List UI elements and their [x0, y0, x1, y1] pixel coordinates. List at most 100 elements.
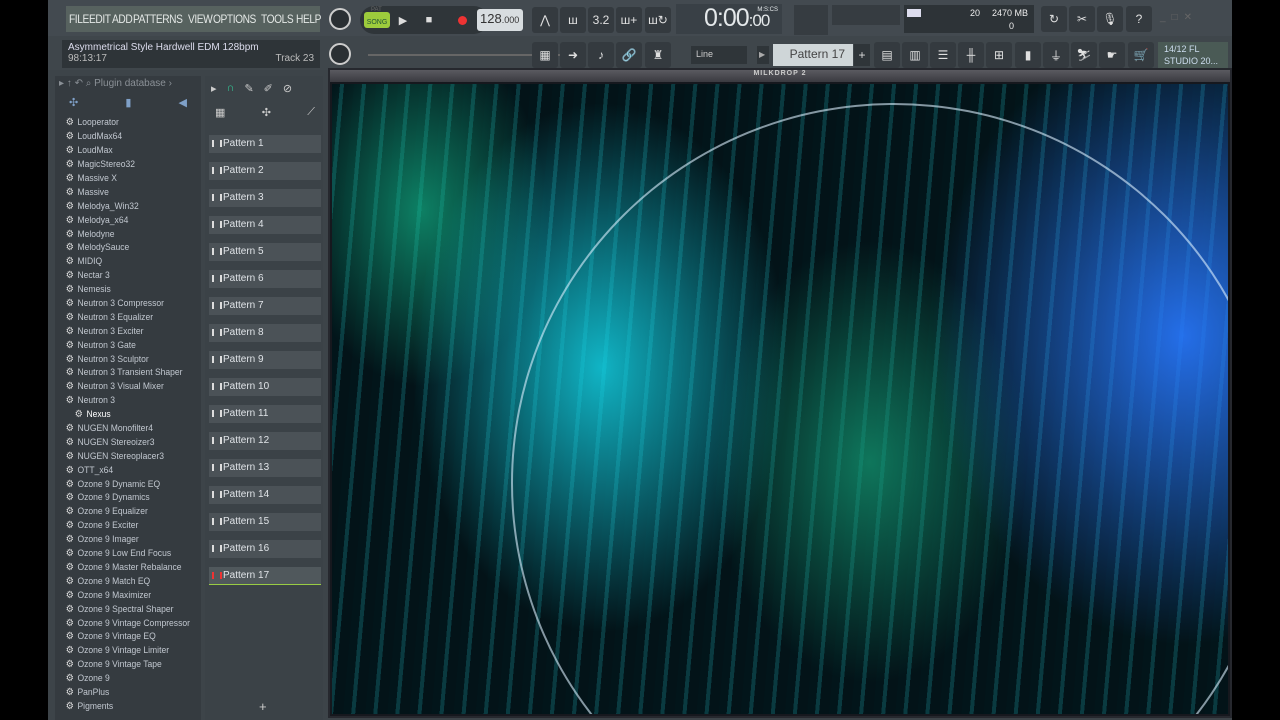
step-sequencer-icon[interactable]: ☰ [930, 42, 956, 68]
time-display[interactable]: 0:00:00 M:S:CS [676, 4, 782, 34]
menu-add[interactable]: ADD [112, 12, 133, 26]
plugin-item[interactable]: ⚙ Melodyne [55, 227, 186, 241]
plugin-item[interactable]: ⚙ MagicStereo32 [55, 158, 186, 172]
plugin-item[interactable]: ⚙ Ozone 9 Master Rebalance [55, 561, 186, 575]
plugin-item[interactable]: ⚙ Nexus [55, 408, 186, 422]
plugin-item[interactable]: ⚙ Ozone 9 Imager [55, 533, 186, 547]
pattern-item[interactable]: Pattern 13 [209, 459, 321, 477]
pattern-item[interactable]: Pattern 1 [209, 135, 321, 153]
plugin-item[interactable]: ⚙ OTT_x64 [55, 463, 186, 477]
add-pattern-button[interactable]: + [854, 44, 870, 66]
plugin-item[interactable]: ⚙ Neutron 3 Gate [55, 338, 186, 352]
pattern-item[interactable]: Pattern 11 [209, 405, 321, 423]
paint-icon[interactable]: ✐ [264, 82, 273, 95]
project-icon[interactable]: ▮ [1015, 42, 1041, 68]
step-edit-icon[interactable]: ш+ [616, 7, 642, 33]
touch-icon[interactable]: ☛ [1099, 42, 1125, 68]
plugin-item[interactable]: ⚙ Massive [55, 185, 186, 199]
browser-icon[interactable]: ⊞ [986, 42, 1012, 68]
pattern-item[interactable]: Pattern 6 [209, 270, 321, 288]
plugin-item[interactable]: ⚙ Ozone 9 Maximizer [55, 588, 186, 602]
pencil-icon[interactable]: ✎ [244, 82, 253, 95]
plugin-item[interactable]: ⚙ Ozone 9 [55, 672, 186, 686]
window-controls[interactable]: _□✕ [1160, 12, 1198, 23]
mixer-icon[interactable]: ╫ [958, 42, 984, 68]
plugin-item[interactable]: ⚙ Ozone 9 Low End Focus [55, 547, 186, 561]
plugin-title-bar[interactable]: MILKDROP 2 [330, 70, 1230, 82]
tempo-display[interactable]: 128.000 [477, 9, 523, 31]
menu-patterns[interactable]: PATTERNS [133, 12, 183, 26]
record-button[interactable] [452, 10, 472, 30]
link-icon[interactable]: 🔗 [616, 42, 642, 68]
plugin-item[interactable]: ⚙ Neutron 3 Compressor [55, 297, 186, 311]
plugin-item[interactable]: ⚙ Neutron 3 [55, 394, 186, 408]
help-icon[interactable]: ? [1126, 6, 1152, 32]
pattern-item[interactable]: Pattern 5 [209, 243, 321, 261]
plugin-item[interactable]: ⚙ Nectar 3 [55, 269, 186, 283]
stop-button[interactable]: ■ [416, 14, 442, 26]
plugin-item[interactable]: ⚙ Neutron 3 Visual Mixer [55, 380, 186, 394]
master-volume-knob[interactable] [329, 8, 351, 30]
plugin-item[interactable]: ⚙ Melodya_x64 [55, 213, 186, 227]
collapse-icon[interactable]: ✣ [69, 96, 78, 114]
plugin-item[interactable]: ⚙ Neutron 3 Equalizer [55, 310, 186, 324]
menu-options[interactable]: OPTIONS [213, 12, 256, 26]
pattern-item[interactable]: Pattern 8 [209, 324, 321, 342]
pattern-item[interactable]: Pattern 14 [209, 486, 321, 504]
plugin-item[interactable]: ⚙ NUGEN Stereoizer3 [55, 435, 186, 449]
audio-view-icon[interactable]: ✣ [262, 106, 271, 119]
countdown-icon[interactable]: 3.2 [588, 7, 614, 33]
tempo-tapper-icon[interactable]: ⛷ [1071, 42, 1097, 68]
plugin-item[interactable]: ⚙ LoudMax64 [55, 130, 186, 144]
pattern-item[interactable]: Pattern 7 [209, 297, 321, 315]
automation-view-icon[interactable]: ⟋ [307, 106, 315, 119]
typing-keyboard-icon[interactable]: ♜ [645, 42, 671, 68]
plugin-item[interactable]: ⚙ Ozone 9 Vintage Limiter [55, 644, 186, 658]
plugin-item[interactable]: ⚙ NUGEN Monofilter4 [55, 422, 186, 436]
plugin-item[interactable]: ⚙ Ozone 9 Match EQ [55, 574, 186, 588]
plugin-item[interactable]: ⚙ MelodySauce [55, 241, 186, 255]
plugin-icon[interactable]: ⏚ [1043, 42, 1069, 68]
menu-file[interactable]: FILE [69, 12, 89, 26]
news-panel[interactable]: 14/12 FL STUDIO 20... [1158, 42, 1228, 68]
pattern-item[interactable]: Pattern 9 [209, 351, 321, 369]
plugin-item[interactable]: ⚙ Melodya_Win32 [55, 199, 186, 213]
plugin-item[interactable]: ⚙ Ozone 9 Spectral Shaper [55, 602, 186, 616]
pattern-selector[interactable]: Pattern 17 [773, 44, 853, 66]
menu-edit[interactable]: EDIT [89, 12, 111, 26]
speaker-icon[interactable]: ◀ [179, 96, 187, 114]
plugin-item[interactable]: ⚙ PanPlus [55, 686, 186, 700]
plugin-item[interactable]: ⚙ Neutron 3 Transient Shaper [55, 366, 186, 380]
plugin-item[interactable]: ⚙ Ozone 9 Vintage Compressor [55, 616, 190, 630]
metronome-icon[interactable]: ⋀ [532, 7, 558, 33]
arrow-icon[interactable]: ▸ [211, 82, 217, 95]
undo-history-icon[interactable]: ↻ [1041, 6, 1067, 32]
menu-help[interactable]: HELP [296, 12, 321, 26]
browser-title[interactable]: Plugin database [94, 78, 166, 89]
plugin-item[interactable]: ⚙ NUGEN Stereoplacer3 [55, 449, 186, 463]
piano-roll-icon[interactable]: ▦ [532, 42, 558, 68]
microphone-icon[interactable]: 🎙 [1097, 6, 1123, 32]
plugin-item[interactable]: ⚙ Pigments [55, 699, 186, 713]
pattern-prev-button[interactable]: ▶ [757, 46, 769, 64]
plugin-item[interactable]: ⚙ Ozone 9 Dynamics [55, 491, 186, 505]
wait-input-icon[interactable]: ш [560, 7, 586, 33]
slide-icon[interactable]: ♪ [588, 42, 614, 68]
pattern-item[interactable]: Pattern 4 [209, 216, 321, 234]
delete-icon[interactable]: ⊘ [283, 82, 292, 95]
channel-rack-icon[interactable]: ▥ [902, 42, 928, 68]
play-button[interactable]: ▶ [390, 14, 416, 27]
plugin-item[interactable]: ⚙ MIDIQ [55, 255, 186, 269]
pattern-item[interactable]: Pattern 17 [209, 567, 321, 585]
plugin-item[interactable]: ⚙ Ozone 9 Dynamic EQ [55, 477, 186, 491]
menu-view[interactable]: VIEW [188, 12, 213, 26]
plugin-item[interactable]: ⚙ Neutron 3 Exciter [55, 324, 186, 338]
plugin-item[interactable]: ⚙ Nemesis [55, 283, 186, 297]
pattern-item[interactable]: Pattern 10 [209, 378, 321, 396]
arrow-icon[interactable]: ➜ [560, 42, 586, 68]
file-icon[interactable]: ▮ [125, 96, 131, 114]
plugin-item[interactable]: ⚙ Ozone 9 Exciter [55, 519, 186, 533]
master-pitch-knob[interactable] [329, 43, 351, 65]
add-button[interactable]: + [259, 699, 267, 714]
pattern-item[interactable]: Pattern 15 [209, 513, 321, 531]
